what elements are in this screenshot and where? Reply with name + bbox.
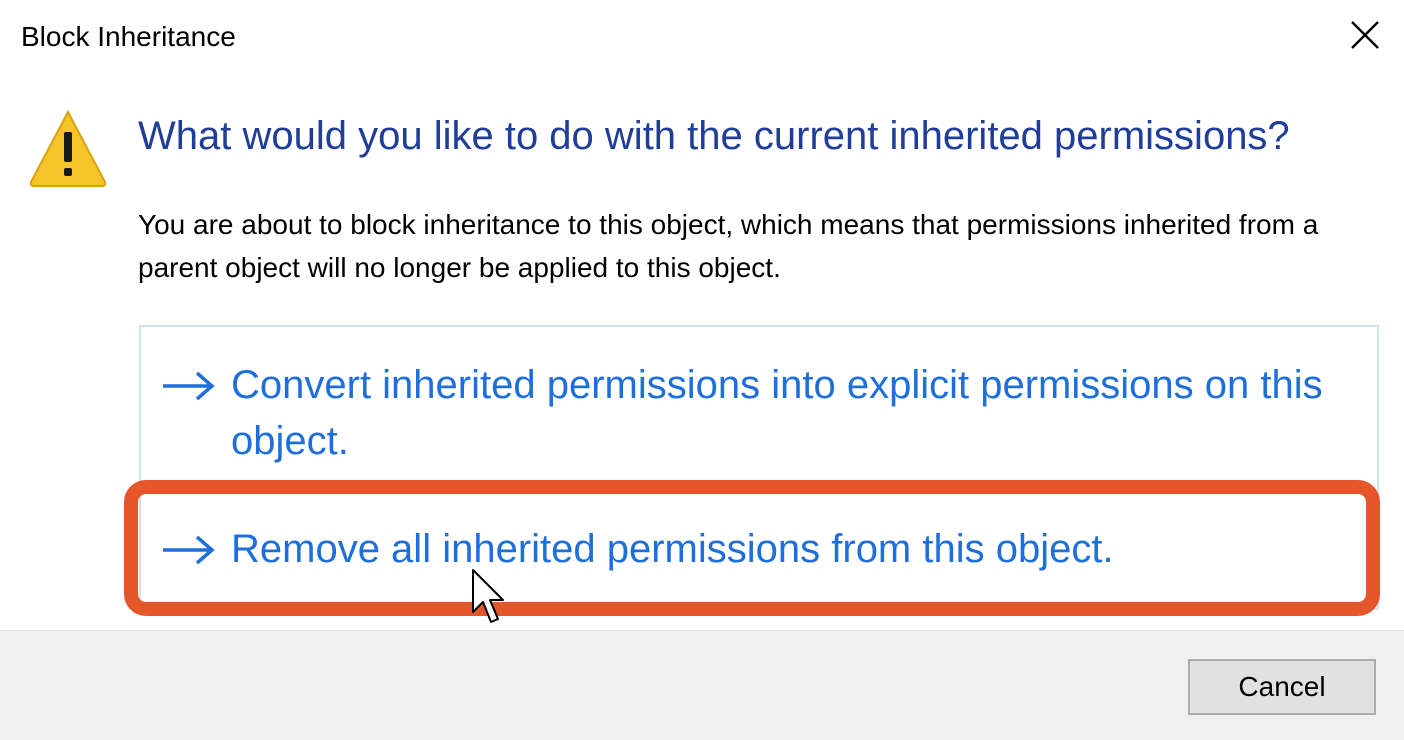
dialog-description: You are about to block inheritance to th… [138, 209, 1319, 283]
dialog-heading: What would you like to do with the curre… [138, 114, 1290, 158]
cancel-button[interactable]: Cancel [1188, 659, 1376, 715]
remove-permissions-option[interactable]: Remove all inherited permissions from th… [139, 485, 1379, 610]
window-title: Block Inheritance [21, 21, 236, 52]
remove-permissions-label: Remove all inherited permissions from th… [231, 527, 1114, 571]
convert-permissions-label: Convert inherited permissions into expli… [231, 363, 1323, 463]
arrow-right-icon [163, 371, 215, 401]
close-icon [1351, 21, 1379, 49]
title-bar: Block Inheritance [0, 0, 1404, 80]
block-inheritance-dialog: Block Inheritance What would you like to… [0, 0, 1404, 740]
convert-permissions-option[interactable]: Convert inherited permissions into expli… [139, 325, 1379, 485]
close-button[interactable] [1340, 10, 1390, 60]
warning-icon [29, 109, 107, 187]
dialog-footer: Cancel [0, 630, 1404, 740]
arrow-right-icon [163, 535, 215, 565]
